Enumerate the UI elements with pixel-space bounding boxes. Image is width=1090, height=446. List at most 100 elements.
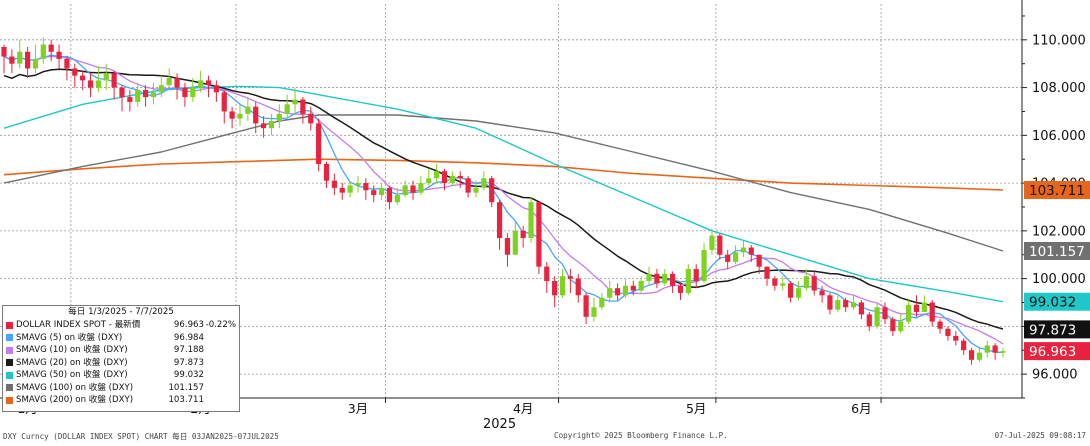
candle-body — [339, 187, 345, 193]
legend-series-label: SMAVG (200) on 收盤 (DXY) — [16, 395, 134, 405]
candle-body — [237, 113, 243, 119]
candle-body — [111, 73, 117, 88]
candle-body — [874, 307, 880, 327]
candle-body — [732, 252, 739, 262]
candle-body — [662, 273, 668, 284]
legend-swatch — [6, 334, 13, 342]
candle-body — [552, 280, 558, 296]
candle-body — [614, 288, 621, 296]
candle-body — [858, 302, 865, 315]
candle-body — [158, 85, 164, 93]
candle-body — [504, 238, 511, 255]
candle-body — [489, 178, 495, 203]
candle-body — [331, 180, 337, 188]
legend-row-main: DOLLAR INDEX SPOT - 最新價 96.963 -0.22% — [3, 319, 239, 332]
candle-body — [378, 187, 385, 196]
y-tick-label: 96.000 — [1032, 368, 1078, 383]
candle-body — [701, 249, 707, 281]
candle-body — [166, 78, 172, 86]
candle-body — [245, 106, 251, 114]
dxy-chart: 110.000108.000106.000104.000102.000100.0… — [0, 0, 1090, 442]
candle-body — [127, 97, 133, 102]
candle-body — [229, 111, 235, 119]
legend-series-value: 97.873 — [173, 357, 204, 368]
candle-body — [827, 295, 833, 310]
candle-body — [913, 304, 920, 313]
candle-body — [772, 278, 778, 286]
y-tick-label: 108.000 — [1032, 81, 1086, 96]
legend-row-smavg: SMAVG (5) on 收盤 (DXY) 96.984 — [3, 332, 239, 345]
candle-body — [363, 183, 369, 191]
legend-swatch-main — [6, 321, 13, 329]
candle-body — [764, 266, 770, 279]
candle-body — [276, 113, 282, 122]
candle-body — [205, 80, 212, 86]
candle-body — [300, 99, 306, 114]
legend-row-smavg: SMAVG (20) on 收盤 (DXY) 97.873 — [3, 357, 239, 370]
candle-body — [142, 89, 149, 98]
candle-body — [929, 302, 935, 322]
candle-body — [260, 123, 267, 129]
legend-label-main: DOLLAR INDEX SPOT - 最新價 — [16, 320, 141, 330]
candle-body — [292, 99, 298, 105]
candle-body — [481, 178, 487, 188]
candle-body — [355, 183, 361, 186]
candle-body — [591, 307, 597, 317]
legend-row-smavg: SMAVG (100) on 收盤 (DXY) 101.157 — [3, 382, 239, 395]
candle-body — [190, 87, 196, 98]
candle-body — [32, 58, 39, 69]
y-tick-label: 106.000 — [1032, 129, 1086, 144]
candle-body — [394, 195, 400, 203]
candle-body — [103, 73, 109, 81]
candle-body — [150, 92, 157, 98]
candle-body — [528, 202, 534, 239]
candle-body — [316, 123, 322, 164]
x-month-label: 6月 — [851, 401, 871, 416]
legend-series-value: 96.984 — [173, 332, 204, 343]
candle-body — [465, 178, 471, 193]
candle-body — [80, 75, 86, 81]
candle-body — [135, 89, 141, 102]
candle-body — [198, 80, 204, 88]
candle-body — [968, 350, 975, 360]
candle-body — [819, 290, 825, 296]
legend-swatch — [6, 359, 13, 367]
x-month-label: 4月 — [513, 401, 533, 416]
candle-body — [87, 80, 94, 88]
legend-row-smavg: SMAVG (200) on 收盤 (DXY) 103.711 — [3, 394, 239, 407]
legend-series-label: SMAVG (10) on 收盤 (DXY) — [16, 345, 128, 355]
candle-body — [40, 44, 46, 59]
candle-body — [473, 187, 479, 193]
chart-legend: 每日 1/3/2025 - 7/7/2025 DOLLAR INDEX SPOT… — [2, 305, 240, 412]
candle-body — [646, 273, 652, 281]
legend-swatch — [6, 384, 13, 392]
footer-timestamp: 07-Jul-2025 09:08:17 — [994, 431, 1086, 440]
candle-body — [119, 87, 125, 98]
candle-body — [937, 321, 943, 329]
candle-body — [174, 78, 180, 88]
candle-body — [520, 230, 526, 239]
price-tag-label: 97.873 — [1029, 322, 1076, 338]
candle-body — [323, 163, 330, 181]
candle-body — [56, 51, 62, 59]
candle-body — [441, 171, 448, 184]
candle-body — [575, 278, 581, 296]
price-tag-label: 99.032 — [1029, 295, 1076, 311]
candle-body — [512, 230, 518, 255]
candle-body — [221, 92, 227, 112]
candle-body — [347, 185, 353, 193]
candle-body — [622, 285, 629, 296]
candle-body — [607, 288, 613, 298]
candle-body — [803, 276, 809, 289]
legend-value-main: 96.963 — [173, 320, 204, 330]
candle-body — [402, 185, 408, 196]
smavg50-line — [3, 85, 1004, 303]
candle-body — [536, 202, 542, 267]
candle-body — [284, 104, 290, 114]
legend-row-smavg: SMAVG (50) on 收盤 (DXY) 99.032 — [3, 369, 239, 382]
candle-body — [24, 51, 31, 69]
candle-body — [308, 113, 314, 124]
candle-body — [449, 175, 455, 184]
legend-series-value: 103.711 — [168, 395, 204, 405]
legend-series-value: 101.157 — [168, 382, 204, 393]
